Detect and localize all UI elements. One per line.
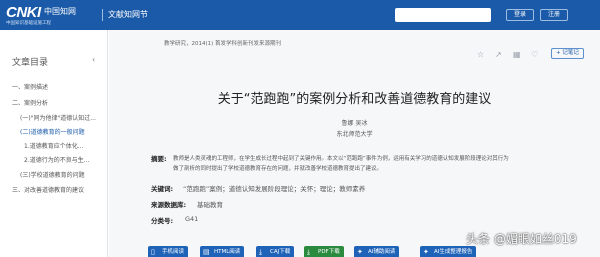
sidebar-item[interactable]: 1.道德教育应个体化... [24,141,104,150]
ai-icon: ✦ [423,248,429,256]
caj-download-label: CAJ下载 [270,249,291,255]
brand-title: 文献知网节 [108,10,148,19]
phone-icon: ▯ [151,248,155,256]
classification-value: G41 [185,215,199,223]
share-icon[interactable]: ↗ [495,50,502,59]
keywords-label: 关键词: [151,185,174,193]
article-panel: 教学研究，2014(1) 首发学科创新刊发来源期刊 ☆ ↗ ▦ ♡ + 记笔记 … [109,30,600,257]
ai-assist-read-button[interactable]: ✦ AI辅助阅读 [354,246,400,257]
abstract-line: 教师是人类灵魂的工程师，在学生成长过程中起到了关键作用。本文以“范跑跑”事件为例… [173,156,509,162]
sidebar-item[interactable]: 二、案例分析 [12,98,104,107]
collect-icon[interactable]: ♡ [531,50,538,59]
download-icon: ⤓ [259,248,263,256]
download-icon: ⤓ [307,248,311,256]
qr-code-icon[interactable]: ▦ [513,50,521,59]
ai-report-label: AI生成整理报告 [434,249,473,255]
keywords[interactable]: “范跑跑”案例；道德认知发展阶段理论；关怀；理论；教师素养 [183,183,365,193]
sidebar-table-of-contents: 文章目录 ‹ 一、案例描述 二、案例分析 (一)"同为他律"道德认知过... (… [0,30,108,257]
note-button[interactable]: + 记笔记 [551,48,584,59]
sidebar-item[interactable]: 三、对改善道德教育的建议 [12,185,104,194]
sidebar-item[interactable]: (三)学校道德教育的问题 [20,170,104,179]
sidebar-title: 文章目录 [12,58,49,68]
breadcrumb[interactable]: 教学研究，2014(1) 首发学科创新刊发来源期刊 [164,39,281,47]
database-value: 基础教育 [197,201,223,209]
top-header: CNKI 中国知网 中国知识基础设施工程 文献知网节 登录 注册 [0,0,600,30]
html-read-label: HTML阅读 [214,249,241,255]
sidebar-item[interactable]: 2.道德行为的不良与生... [24,155,104,164]
database-label: 来源数据库: [151,201,187,209]
logo-mark: CNKI [6,4,41,21]
classification-label: 分类号: [151,217,174,225]
brand-divider [102,9,103,21]
search-input[interactable] [395,8,491,22]
abstract-line: 做了剖析的同时提出了学校道德教育存在的问题，并就改善学校道德教育提出了建议。 [173,166,383,172]
watermark: 头条 @媚眼如丝019 [466,232,577,246]
ai-assist-read-label: AI辅助阅读 [368,249,396,255]
ai-report-button[interactable]: ✦ AI生成整理报告 [420,246,477,257]
document-icon: ▤ [203,248,210,256]
login-button[interactable]: 登录 [506,9,534,21]
authors[interactable]: 鲁娜 吴冰 [109,118,600,127]
sidebar-item[interactable]: (一)"同为他律"道德认知过... [20,113,104,122]
affiliation[interactable]: 东北师范大学 [109,129,600,138]
mobile-read-label: 手机阅读 [162,249,185,255]
star-icon[interactable]: ☆ [477,50,484,59]
cnki-logo[interactable]: CNKI 中国知网 中国知识基础设施工程 [6,3,98,27]
ai-icon: ✦ [357,248,363,256]
pdf-download-label: PDF下载 [318,249,340,255]
sidebar-item[interactable]: (二)道德教育的一般问题 [20,127,104,136]
register-button[interactable]: 注册 [540,9,568,21]
pdf-download-button[interactable]: ⤓ PDF下载 [304,246,344,257]
html-read-button[interactable]: ▤ HTML阅读 [200,246,245,257]
paper-title: 关于“范跑跑”的案例分析和改善道德教育的建议 [217,92,492,107]
collapse-icon[interactable]: ‹ [92,55,95,64]
mobile-read-button[interactable]: ▯ 手机阅读 [148,246,189,257]
logo-subtitle: 中国知识基础设施工程 [6,21,51,26]
caj-download-button[interactable]: ⤓ CAJ下载 [256,246,295,257]
logo-chinese-name: 中国知网 [44,7,76,16]
sidebar-item[interactable]: 一、案例描述 [12,82,104,91]
abstract-label: 摘要: [151,155,167,163]
